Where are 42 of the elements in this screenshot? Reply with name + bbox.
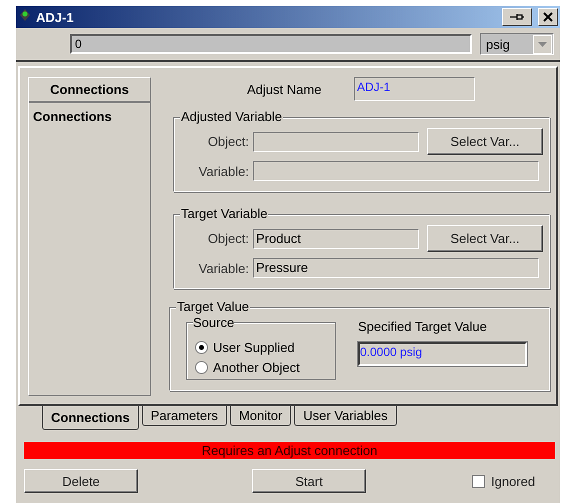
pin-button[interactable] [502,8,532,26]
unit-dropdown[interactable]: psig [480,33,554,55]
close-button[interactable] [538,8,558,26]
group-title: Target Value [176,299,250,314]
target-value-field[interactable]: 0.0000 psig [358,342,527,366]
radio-button[interactable] [195,360,208,374]
radio-button[interactable] [195,340,208,354]
tab[interactable]: Monitor [230,406,292,426]
adjust-name-label: Adjust Name [247,82,322,96]
close-icon [543,12,553,22]
object-field[interactable]: Product [253,228,419,248]
adjust-name-field[interactable]: ADJ-1 [354,77,475,101]
start-button[interactable]: Start [252,469,366,493]
select-var-button[interactable]: Select Var... [427,225,543,252]
tab[interactable]: Connections [42,406,139,430]
checkbox[interactable] [472,474,485,488]
list-item[interactable]: Connections [29,103,150,130]
field-label: Variable: [198,164,249,178]
delete-button[interactable]: Delete [24,469,138,493]
pin-icon [510,13,524,21]
radio-option[interactable]: Another Object [195,357,327,377]
window-title: ADJ-1 [36,10,75,24]
select-var-button[interactable]: Select Var... [427,128,543,155]
group-title: Source [193,315,234,330]
status-bar: Requires an Adjust connection [24,442,555,459]
group-title: Target Variable [180,206,268,221]
tab[interactable]: User Variables [294,406,397,426]
variable-field[interactable] [253,161,539,181]
radio-option[interactable]: User Supplied [195,337,327,357]
group-title: Adjusted Variable [180,109,283,124]
field-label: Object: [206,134,249,149]
field-label: Object: [206,231,249,246]
field-label: Variable: [198,260,249,276]
tab[interactable]: Parameters [142,406,227,426]
value-field[interactable]: 0 [70,34,472,54]
object-field[interactable] [253,132,419,152]
list-header: Connections [29,78,150,103]
ignored-checkbox[interactable]: Ignored [472,474,536,488]
variable-field[interactable]: Pressure [253,258,539,278]
dropdown-arrow-icon [538,42,547,46]
app-icon [20,9,30,21]
specified-label: Specified Target Value [358,319,488,334]
